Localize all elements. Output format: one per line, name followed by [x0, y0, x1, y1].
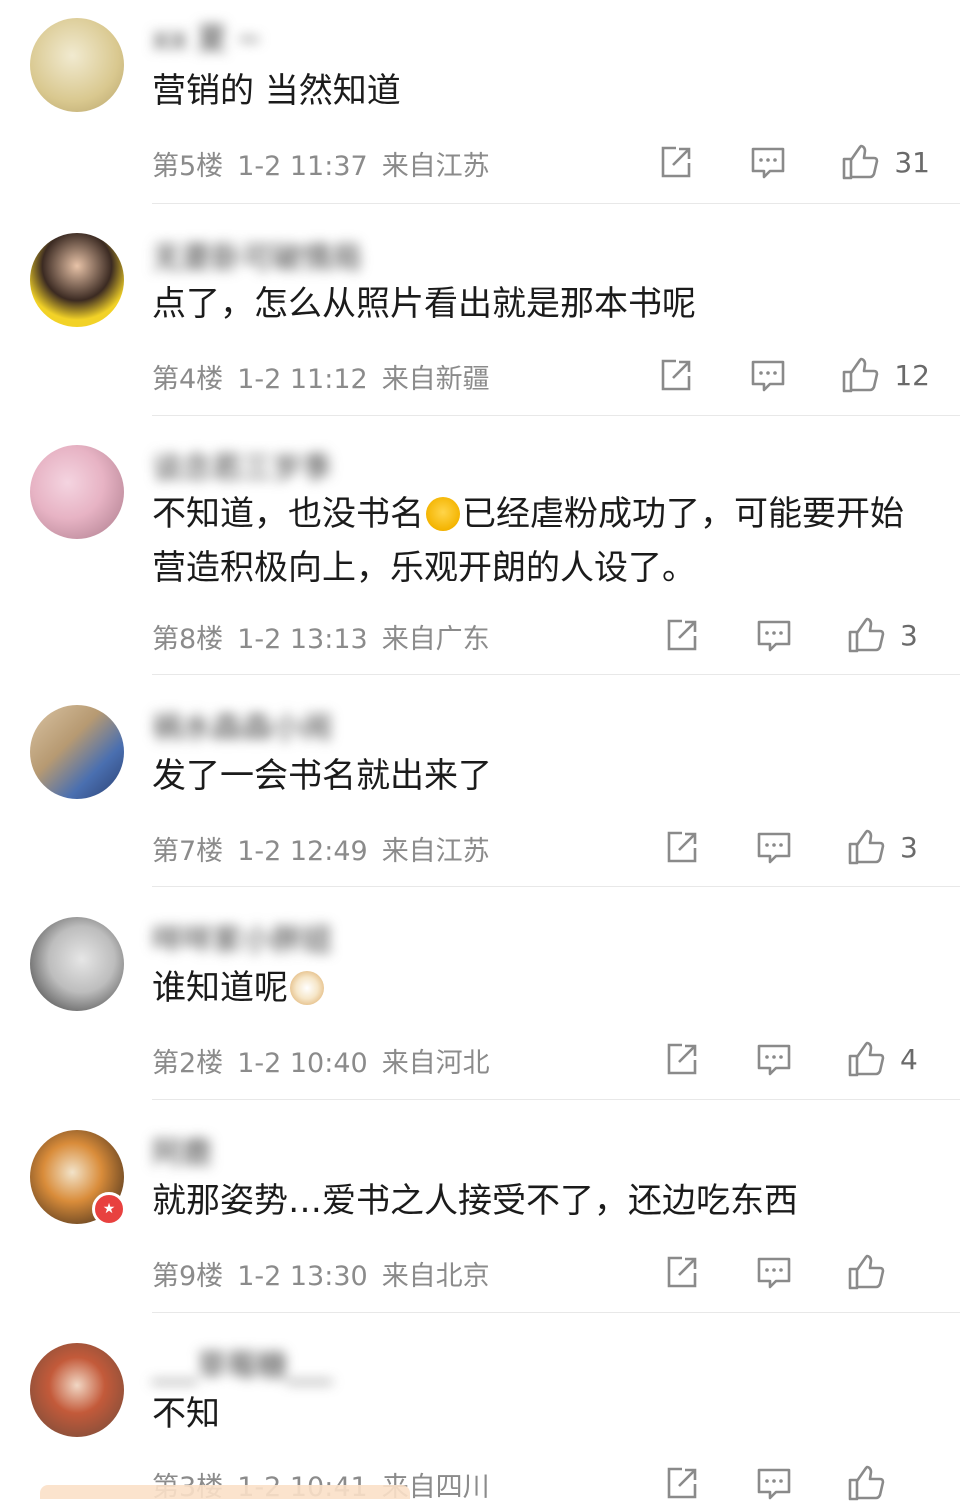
location: 来自新疆 — [381, 364, 490, 395]
like-icon[interactable] — [846, 615, 886, 655]
share-icon[interactable] — [662, 1463, 702, 1503]
floor-label: 第8楼 — [152, 624, 224, 655]
divider — [152, 415, 960, 416]
comment-text: 营销的 当然知道 — [152, 71, 401, 111]
like-count: 31 — [894, 145, 930, 179]
like-count: 3 — [900, 618, 918, 652]
floor-label: 第7楼 — [152, 836, 224, 867]
floor-label: 第5楼 — [152, 151, 224, 182]
timestamp: 1-2 12:49 — [237, 836, 368, 867]
timestamp: 1-2 13:30 — [237, 1261, 368, 1292]
comment-text: 不知 — [152, 1394, 220, 1434]
comment-item: ___草莓糖___ 不知 第3楼1-2 10:41来自四川 — [0, 1313, 960, 1503]
comment-meta: 第4楼 1-2 11:12 来自新疆 — [152, 357, 504, 396]
like-icon[interactable] — [846, 1463, 886, 1503]
timestamp: 1-2 11:37 — [237, 151, 368, 182]
floor-label: 第4楼 — [152, 364, 224, 395]
username[interactable]: ___草莓糖___ — [152, 1341, 332, 1384]
avatar[interactable] — [30, 445, 124, 539]
share-icon[interactable] — [662, 1252, 702, 1292]
timestamp: 1-2 11:12 — [237, 364, 368, 395]
comment-text: 不知道，也没书名 已经虐粉成功了，可能要开始营造积极向上，乐观开朗的人设了。 — [152, 494, 904, 588]
divider — [152, 203, 960, 204]
share-icon[interactable] — [656, 142, 696, 182]
like-icon[interactable] — [846, 1252, 886, 1292]
comment-text: 发了一会书名就出来了 — [152, 756, 492, 796]
comment-meta: 第9楼 1-2 13:30 来自北京 — [152, 1254, 504, 1293]
location: 来自广东 — [381, 624, 490, 655]
reply-icon[interactable] — [748, 142, 788, 182]
floor-label: 第9楼 — [152, 1261, 224, 1292]
vip-badge-icon: ★ — [92, 1192, 126, 1226]
comment-text: 就那姿势…爱书之人接受不了，还边吃东西 — [152, 1181, 798, 1221]
comment-actions: 31 — [656, 142, 930, 182]
reply-icon[interactable] — [754, 827, 794, 867]
comment-item: 祸水森森小闹 发了一会书名就出来了 第7楼 1-2 12:49 来自江苏 3 — [0, 675, 960, 887]
share-icon[interactable] — [662, 615, 702, 655]
like-count: 12 — [894, 358, 930, 392]
comment-meta: 第7楼 1-2 12:49 来自江苏 — [152, 829, 504, 868]
like-count: 3 — [900, 830, 918, 864]
location: 来自江苏 — [381, 151, 490, 182]
avatar[interactable] — [30, 917, 124, 1011]
location: 来自江苏 — [381, 836, 490, 867]
comment-item: 无菱卧可破情局 点了，怎么从照片看出就是那本书呢 第4楼 1-2 11:12 来自新… — [0, 205, 960, 417]
comment-actions: 3 — [662, 827, 930, 867]
username[interactable]: 祸水森森小闹 — [152, 703, 332, 746]
comment-actions — [662, 1463, 930, 1503]
comment-actions — [662, 1252, 930, 1292]
comment-meta: 第2楼 1-2 10:40 来自河北 — [152, 1041, 504, 1080]
comment-list: xx 夏 ~ 营销的 当然知道 第5楼 1-2 11:37 来自江苏 31 无菱卧可… — [0, 0, 960, 1503]
comment-actions: 4 — [662, 1039, 930, 1079]
like-icon[interactable] — [846, 827, 886, 867]
reply-icon[interactable] — [754, 1252, 794, 1292]
comment-item: 咩咩家小胖妞 谁知道呢 第2楼 1-2 10:40 来自河北 4 — [0, 887, 960, 1100]
crying-laughing-emoji — [426, 497, 460, 531]
share-icon[interactable] — [662, 827, 702, 867]
timestamp: 1-2 10:40 — [237, 1048, 368, 1079]
like-count: 4 — [900, 1042, 918, 1076]
comment-actions: 3 — [662, 615, 930, 655]
avatar[interactable]: ★ — [30, 1130, 126, 1226]
timestamp: 1-2 13:13 — [237, 624, 368, 655]
avatar[interactable] — [30, 233, 124, 327]
comment-meta: 第5楼 1-2 11:37 来自江苏 — [152, 144, 504, 183]
comment-item: ★ 阿鹿 就那姿势…爱书之人接受不了，还边吃东西 第9楼 1-2 13:30 来自北… — [0, 1100, 960, 1313]
avatar[interactable] — [30, 18, 124, 112]
comment-item: xx 夏 ~ 营销的 当然知道 第5楼 1-2 11:37 来自江苏 31 — [0, 0, 960, 205]
username[interactable]: xx 夏 ~ — [152, 14, 262, 57]
location: 来自河北 — [381, 1048, 490, 1079]
like-icon[interactable] — [846, 1039, 886, 1079]
share-icon[interactable] — [656, 355, 696, 395]
avatar[interactable] — [30, 705, 124, 799]
username[interactable]: 谈念若三岁季 — [152, 443, 332, 486]
comment-actions: 12 — [656, 355, 930, 395]
location: 来自北京 — [381, 1261, 490, 1292]
reply-icon[interactable] — [754, 1039, 794, 1079]
username[interactable]: 阿鹿 — [152, 1128, 212, 1171]
cat-emoji — [290, 971, 324, 1005]
reply-icon[interactable] — [748, 355, 788, 395]
reply-icon[interactable] — [754, 615, 794, 655]
comment-meta: 第8楼 1-2 13:13 来自广东 — [152, 617, 504, 656]
share-icon[interactable] — [662, 1039, 702, 1079]
floor-label: 第2楼 — [152, 1048, 224, 1079]
comment-text: 谁知道呢 — [152, 961, 932, 1015]
username[interactable]: 咩咩家小胖妞 — [152, 915, 332, 958]
comment-text: 点了，怎么从照片看出就是那本书呢 — [152, 284, 696, 324]
like-icon[interactable] — [840, 142, 880, 182]
like-icon[interactable] — [840, 355, 880, 395]
bottom-input-bar[interactable] — [40, 1485, 410, 1499]
username[interactable]: 无菱卧可破情局 — [152, 233, 362, 276]
reply-icon[interactable] — [754, 1463, 794, 1503]
avatar[interactable] — [30, 1343, 124, 1437]
comment-item: 谈念若三岁季 不知道，也没书名 已经虐粉成功了，可能要开始营造积极向上，乐观开朗的… — [0, 417, 960, 675]
